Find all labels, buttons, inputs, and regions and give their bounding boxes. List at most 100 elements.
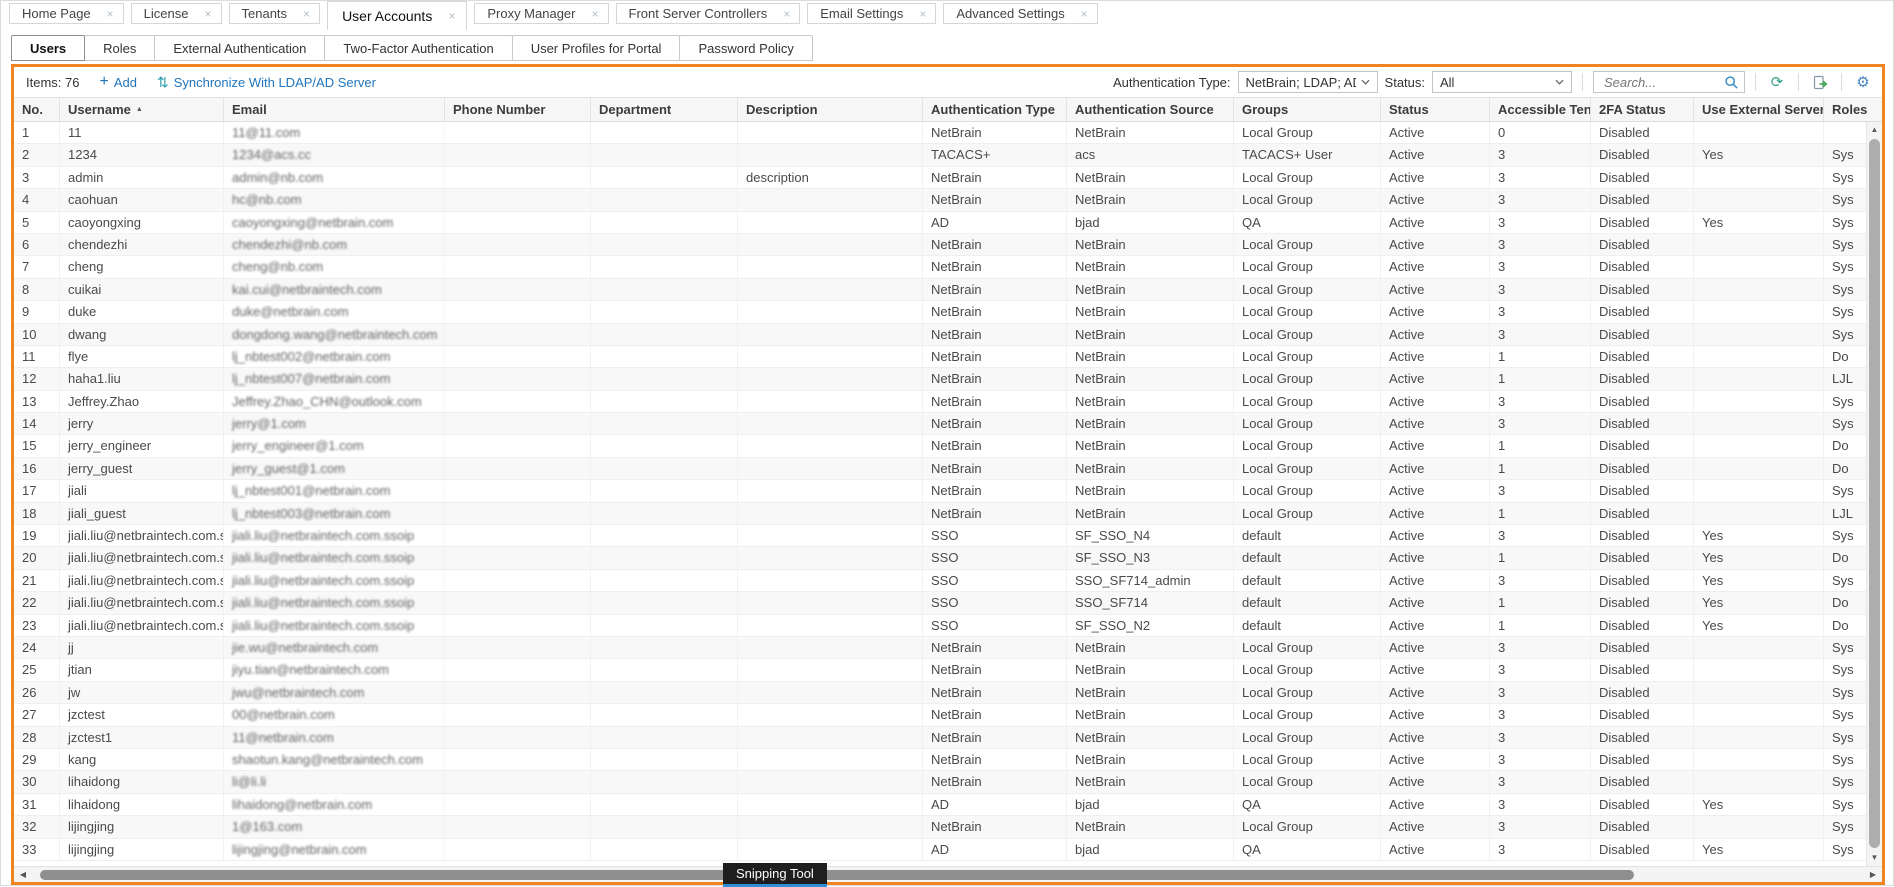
column-header-no[interactable]: No.: [14, 98, 60, 121]
subtab-user-profiles-for-portal[interactable]: User Profiles for Portal: [511, 35, 681, 61]
column-header-username[interactable]: Username ▲: [60, 98, 224, 121]
vertical-scrollbar-thumb[interactable]: [1869, 139, 1880, 848]
plus-icon: +: [99, 73, 109, 90]
table-row[interactable]: 2 1234 1234@acs.cc TACACS+ acs TACACS+ User Ac…: [14, 144, 1866, 167]
refresh-button[interactable]: ⟳: [1766, 71, 1788, 93]
table-row[interactable]: 16 jerry_guest jerry_guest@1.com NetBrain Ne…: [14, 457, 1866, 481]
table-row[interactable]: 4 caohuan hc@nb.com NetBrain NetBrain Local G…: [14, 189, 1866, 212]
table-row[interactable]: 20jiali.liu@netbraintech.com.ssoipjiali.…: [14, 547, 1866, 570]
cell-no: 28: [14, 726, 60, 748]
table-row[interactable]: 25 jtian jiyu.tian@netbraintech.com NetBrai…: [14, 659, 1866, 682]
cell-phone: [445, 816, 591, 838]
cell-ext: [1694, 323, 1824, 345]
table-row[interactable]: 29 kang shaotun.kang@netbraintech.com NetBr…: [14, 748, 1866, 772]
subtab-users[interactable]: Users: [11, 35, 86, 61]
table-row[interactable]: 12 haha1.liu lj_nbtest007@netbrain.com NetB…: [14, 368, 1866, 391]
column-header-status[interactable]: Status: [1381, 98, 1490, 121]
column-header-tenants[interactable]: Accessible Tenants: [1490, 98, 1591, 121]
tab-front-server-controllers[interactable]: Front Server Controllers ×: [615, 3, 801, 24]
tab-tenants[interactable]: Tenants ×: [228, 3, 321, 24]
cell-description: [738, 502, 923, 525]
tab-license[interactable]: License ×: [130, 3, 222, 24]
cell-type: NetBrain: [923, 166, 1067, 189]
close-icon[interactable]: ×: [592, 8, 599, 20]
cell-email: lj_nbtest003@netbrain.com: [224, 502, 445, 525]
export-button[interactable]: [1809, 71, 1831, 93]
table-row[interactable]: 31 lihaidong lihaidong@netbrain.com AD bjad Q…: [14, 793, 1866, 817]
search-input[interactable]: [1602, 73, 1724, 91]
cell-tfa: Disabled: [1591, 681, 1694, 704]
column-header-groups[interactable]: Groups: [1234, 98, 1381, 121]
table-row[interactable]: 28 jzctest1 11@netbrain.com NetBrain NetBrai…: [14, 726, 1866, 749]
column-header-department[interactable]: Department: [591, 98, 738, 121]
tab-email-settings[interactable]: Email Settings ×: [807, 3, 937, 24]
table-row[interactable]: 26 jw jwu@netbraintech.com NetBrain NetBrain…: [14, 681, 1866, 705]
table-row[interactable]: 19jiali.liu@netbraintech.com.ssoipjiali.…: [14, 525, 1866, 548]
cell-tenants: 3: [1490, 704, 1591, 726]
table-row[interactable]: 15 jerry_engineer jerry_engineer@1.com NetB…: [14, 435, 1866, 458]
settings-button[interactable]: ⚙: [1852, 71, 1874, 93]
table-row[interactable]: 13 Jeffrey.Zhao Jeffrey.Zhao_CHN@outlook.c…: [14, 390, 1866, 414]
vertical-scrollbar[interactable]: ▲ ▼: [1866, 122, 1882, 866]
subtab-password-policy[interactable]: Password Policy: [679, 35, 813, 61]
auth-type-filter-select[interactable]: NetBrain; LDAP; AD; T...: [1237, 71, 1378, 93]
table-row[interactable]: 3 admin admin@nb.com description NetBrain Net…: [14, 166, 1866, 190]
table-row[interactable]: 32 lijingjing 1@163.com NetBrain NetBrain Loc…: [14, 816, 1866, 839]
tab-proxy-manager[interactable]: Proxy Manager ×: [474, 3, 609, 24]
table-row[interactable]: 8 cuikai kai.cui@netbraintech.com NetBrain N…: [14, 278, 1866, 302]
close-icon[interactable]: ×: [919, 8, 926, 20]
horizontal-scrollbar[interactable]: ◀ ▶: [14, 866, 1882, 882]
column-header-email[interactable]: Email: [224, 98, 445, 121]
table-row[interactable]: 27 jzctest 00@netbrain.com NetBrain NetBrain…: [14, 704, 1866, 727]
add-user-button[interactable]: + Add: [99, 74, 136, 90]
sync-ldap-button[interactable]: ⇅ Synchronize With LDAP/AD Server: [157, 75, 376, 90]
table-row[interactable]: 17 jiali lj_nbtest001@netbrain.com NetBrain…: [14, 480, 1866, 503]
close-icon[interactable]: ×: [448, 10, 455, 22]
subtab-two-factor-authentication[interactable]: Two-Factor Authentication: [324, 35, 513, 61]
status-filter-select[interactable]: All: [1432, 71, 1572, 93]
close-icon[interactable]: ×: [783, 8, 790, 20]
cell-phone: [445, 748, 591, 771]
table-row[interactable]: 1 11 11@11.com NetBrain NetBrain Local Group A…: [14, 122, 1866, 145]
cell-tfa: Disabled: [1591, 233, 1694, 256]
search-icon[interactable]: [1724, 75, 1739, 90]
cell-phone: [445, 122, 591, 144]
subtab-roles[interactable]: Roles: [84, 35, 156, 61]
scroll-down-icon[interactable]: ▼: [1867, 850, 1882, 866]
horizontal-scrollbar-thumb[interactable]: [40, 870, 1634, 880]
close-icon[interactable]: ×: [303, 8, 310, 20]
table-row[interactable]: 23jiali.liu@netbraintech.com.ssoipjiali.…: [14, 614, 1866, 637]
scroll-left-icon[interactable]: ◀: [16, 867, 30, 882]
column-header-description[interactable]: Description: [738, 98, 923, 121]
table-row[interactable]: 24 jj jie.wu@netbraintech.com NetBrain NetBr…: [14, 636, 1866, 660]
close-icon[interactable]: ×: [107, 8, 114, 20]
table-row[interactable]: 5 caoyongxing caoyongxing@netbrain.com AD bj…: [14, 211, 1866, 234]
column-header-ext[interactable]: Use External Server Settings: [1694, 98, 1824, 121]
table-row[interactable]: 9 duke duke@netbrain.com NetBrain NetBrain Lo…: [14, 301, 1866, 324]
column-header-roles[interactable]: Roles: [1824, 98, 1882, 121]
close-icon[interactable]: ×: [204, 8, 211, 20]
table-row[interactable]: 11 flye lj_nbtest002@netbrain.com NetBrain N…: [14, 345, 1866, 369]
column-header-tfa[interactable]: 2FA Status: [1591, 98, 1694, 121]
scroll-up-icon[interactable]: ▲: [1867, 122, 1882, 138]
table-row[interactable]: 7 cheng cheng@nb.com NetBrain NetBrain Local …: [14, 256, 1866, 279]
tab-advanced-settings[interactable]: Advanced Settings ×: [943, 3, 1098, 24]
table-row[interactable]: 14 jerry jerry@1.com NetBrain NetBrain Local …: [14, 413, 1866, 436]
column-header-type[interactable]: Authentication Type: [923, 98, 1067, 121]
table-row[interactable]: 33 lijingjing lijingjing@netbrain.com AD bja…: [14, 838, 1866, 861]
cell-source: acs: [1067, 144, 1234, 166]
tab-home-page[interactable]: Home Page ×: [9, 3, 124, 24]
close-icon[interactable]: ×: [1081, 8, 1088, 20]
table-row[interactable]: 22jiali.liu@netbraintech.com.ssoipjiali.…: [14, 592, 1866, 615]
table-row[interactable]: 6 chendezhi chendezhi@nb.com NetBrain NetBra…: [14, 233, 1866, 257]
column-header-phone[interactable]: Phone Number: [445, 98, 591, 121]
scroll-right-icon[interactable]: ▶: [1866, 867, 1880, 882]
table-row[interactable]: 30 lihaidong li@li.li NetBrain NetBrain Local…: [14, 771, 1866, 794]
users-table: No. Username ▲ Email Phone Number Department D…: [14, 97, 1882, 866]
table-row[interactable]: 18 jiali_guest lj_nbtest003@netbrain.com Ne…: [14, 502, 1866, 526]
subtab-external-authentication[interactable]: External Authentication: [154, 35, 326, 61]
table-row[interactable]: 10 dwang dongdong.wang@netbraintech.com Net…: [14, 323, 1866, 346]
table-row[interactable]: 21jiali.liu@netbraintech.com.ssoipjiali.…: [14, 569, 1866, 593]
tab-user-accounts[interactable]: User Accounts ×: [327, 1, 468, 30]
column-header-source[interactable]: Authentication Source: [1067, 98, 1234, 121]
